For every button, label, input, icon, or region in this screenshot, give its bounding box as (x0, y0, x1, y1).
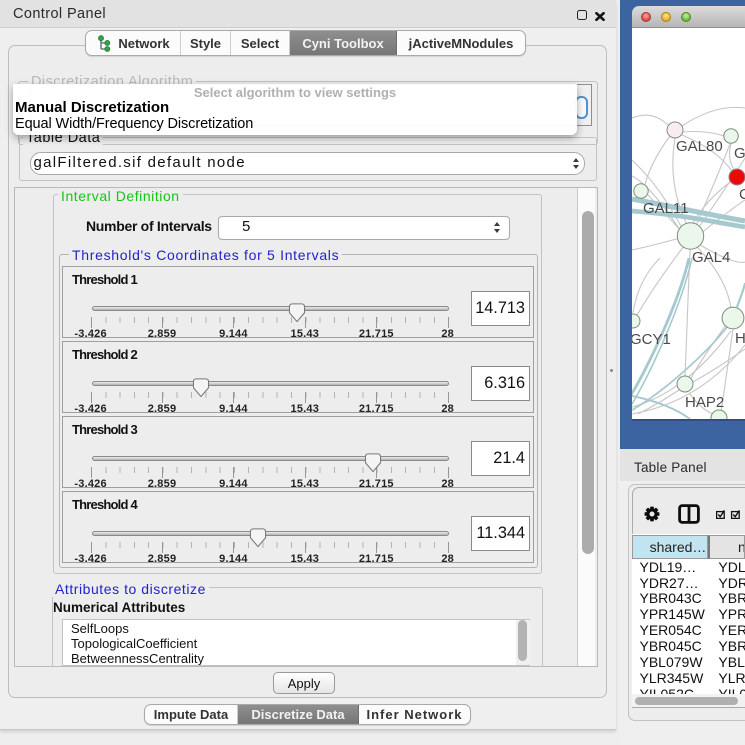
svg-text:GAL11: GAL11 (643, 200, 689, 217)
svg-text:HAP2: HAP2 (685, 394, 724, 411)
svg-text:G.: G. (734, 145, 745, 162)
svg-text:GAL4: GAL4 (692, 249, 730, 266)
svg-text:H: H (735, 330, 745, 347)
svg-text:C: C (739, 186, 745, 203)
svg-text:GCY1: GCY1 (632, 331, 671, 348)
svg-text:GAL80: GAL80 (676, 138, 723, 155)
